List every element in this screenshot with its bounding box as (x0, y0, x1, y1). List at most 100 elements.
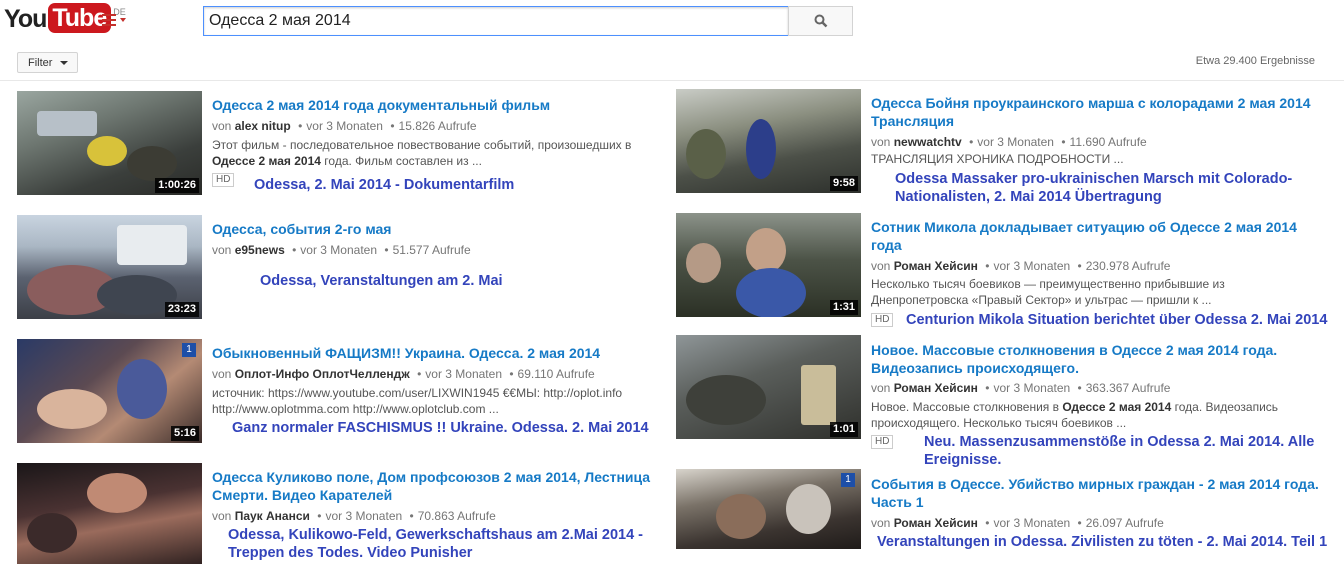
translation-caption: Odessa, Veranstaltungen am 2. Mai (260, 273, 503, 289)
video-duration: 1:31 (829, 300, 858, 315)
video-description: ТРАНСЛЯЦИЯ ХРОНИКА ПОДРОБНОСТИ ... (871, 152, 1124, 166)
video-meta: von Оплот-Инфо ОплотЧеллендж • vor 3 Mona… (212, 367, 595, 381)
by-label: von (871, 516, 891, 530)
video-title[interactable]: Одесса Куликово поле, Дом профсоюзов 2 м… (212, 468, 672, 504)
video-thumbnail[interactable]: 1 5:16 (17, 339, 202, 443)
video-title[interactable]: Одесса Бойня проукраинского марша с коло… (871, 94, 1341, 130)
channel-name[interactable]: alex nitup (235, 119, 291, 133)
upload-age: vor 3 Monaten (425, 367, 502, 381)
description-highlight: Одессе 2 мая 2014 (212, 154, 321, 168)
title-line: Смерти. Видео Карателей (212, 487, 393, 503)
description-line: Этот фильм - последовательное повествова… (212, 138, 632, 152)
title-line: Видеозапись происходящего. (871, 360, 1079, 376)
caption-line: Ereignisse. (924, 452, 1002, 468)
video-description: источник: https://www.youtube.com/user/L… (212, 385, 622, 417)
caption-line: Neu. Massenzusammenstöße in Odessa 2. Ma… (924, 434, 1315, 450)
view-count: 69.110 Aufrufe (517, 367, 595, 381)
title-line: Часть 1 (871, 494, 924, 510)
video-title[interactable]: Новое. Массовые столкновения в Одессе 2 … (871, 341, 1341, 377)
by-label: von (212, 367, 232, 381)
video-title[interactable]: Обыкновенный ФАЩИЗМ!! Украина. Одесса. 2… (212, 344, 600, 362)
search-button[interactable] (788, 6, 853, 36)
description-line: Днепропетровска «Правый Сектор» и ультра… (871, 293, 1212, 307)
video-thumbnail[interactable]: 23:23 (17, 215, 202, 319)
video-meta: von Паук Ананси • vor 3 Monaten • 70.863 A… (212, 509, 496, 523)
channel-name[interactable]: Роман Хейсин (894, 259, 978, 273)
video-title[interactable]: Одесса 2 мая 2014 года документальный фи… (212, 96, 550, 114)
by-label: von (212, 243, 232, 257)
description-line: Несколько тысяч боевиков — преимуществен… (871, 277, 1225, 291)
video-description: Этот фильм - последовательное повествова… (212, 137, 631, 169)
view-count: 51.577 Aufrufe (392, 243, 471, 257)
translation-caption: Centurion Mikola Situation berichtet übe… (906, 312, 1328, 328)
view-count: 230.978 Aufrufe (1085, 259, 1171, 273)
channel-name[interactable]: Роман Хейсин (894, 516, 978, 530)
description-line: Новое. Массовые столкновения в (871, 400, 1063, 414)
description-line: источник: https://www.youtube.com/user/L… (212, 386, 623, 400)
hd-badge: HD (871, 435, 894, 449)
channel-name[interactable]: Паук Ананси (235, 509, 310, 523)
caption-line: Odessa, Kulikowo-Feld, Gewerkschaftshaus… (228, 527, 644, 543)
video-thumbnail[interactable]: 1:01 (676, 335, 861, 439)
video-title[interactable]: Сотник Микола докладывает ситуацию об Од… (871, 218, 1341, 254)
video-description: Новое. Массовые столкновения в Одессе 2 … (871, 399, 1278, 431)
by-label: von (871, 259, 891, 273)
view-count: 11.690 Aufrufe (1069, 135, 1147, 149)
filter-button[interactable]: Filter (17, 52, 78, 73)
upload-age: vor 3 Monaten (300, 243, 378, 257)
results-toolbar: Filter Etwa 29.400 Ergebnisse (0, 44, 1344, 81)
caption-line: Odessa Massaker pro-ukrainischen Marsch … (895, 171, 1293, 187)
description-line: происходящего. Несколько тысяч боевиков … (871, 416, 1127, 430)
video-thumbnail[interactable]: 1 (676, 469, 861, 549)
caption-line: Nationalisten, 2. Mai 2014 Übertragung (895, 189, 1162, 205)
upload-age: vor 3 Monaten (977, 135, 1054, 149)
title-line: года (871, 237, 902, 253)
by-label: von (871, 135, 891, 149)
guide-menu-button[interactable] (102, 12, 128, 28)
view-count: 70.863 Aufrufe (417, 509, 496, 523)
channel-name[interactable]: Оплот-Инфо ОплотЧеллендж (235, 367, 410, 381)
logo-you-text: You (4, 5, 47, 33)
video-duration: 1:01 (829, 422, 858, 437)
hd-badge: HD (871, 313, 894, 327)
channel-name[interactable]: newwatchtv (894, 135, 962, 149)
translation-caption: Odessa, Kulikowo-Feld, Gewerkschaftshaus… (228, 526, 643, 562)
masthead: You Tube DE (0, 0, 1344, 44)
title-line: Сотник Микола докладывает ситуацию об Од… (871, 219, 1297, 235)
hd-badge: HD (212, 173, 235, 187)
upload-age: vor 3 Monaten (325, 509, 403, 523)
caption-line: Treppen des Todes. Video Punisher (228, 545, 473, 561)
description-line: http://www.oplotmma.com http://www.oplot… (212, 402, 499, 416)
by-label: von (212, 509, 232, 523)
search-box (203, 6, 789, 36)
video-thumbnail[interactable] (17, 463, 202, 564)
title-line: События в Одессе. Убийство мирных гражда… (871, 476, 1319, 492)
video-title[interactable]: Одесса, события 2-го мая (212, 220, 391, 238)
channel-name[interactable]: e95news (235, 243, 285, 257)
video-duration: 1:00:26 (155, 178, 199, 193)
translation-caption: Neu. Massenzusammenstöße in Odessa 2. Ma… (924, 433, 1344, 469)
video-meta: von Роман Хейсин • vor 3 Monaten • 230.978… (871, 259, 1171, 273)
translation-caption: Odessa Massaker pro-ukrainischen Marsch … (895, 170, 1292, 206)
search-input[interactable] (204, 7, 788, 35)
channel-name[interactable]: Роман Хейсин (894, 381, 978, 395)
title-line: Одесса Куликово поле, Дом профсоюзов 2 м… (212, 469, 651, 485)
video-meta: von alex nitup • vor 3 Monaten • 15.826 Au… (212, 119, 477, 133)
view-count: 363.367 Aufrufe (1085, 381, 1171, 395)
video-meta: von Роман Хейсин • vor 3 Monaten • 26.097 … (871, 516, 1164, 530)
video-title[interactable]: События в Одессе. Убийство мирных гражда… (871, 475, 1341, 511)
video-thumbnail[interactable]: 1:00:26 (17, 91, 202, 195)
video-thumbnail[interactable]: 1:31 (676, 213, 861, 317)
video-duration: 9:58 (829, 176, 858, 191)
view-count: 15.826 Aufrufe (398, 119, 477, 133)
translation-caption: Ganz normaler FASCHISMUS !! Ukraine. Ode… (232, 420, 649, 436)
result-count: Etwa 29.400 Ergebnisse (1195, 55, 1315, 67)
title-line: Одесса Бойня проукраинского марша с коло… (871, 95, 1311, 111)
translation-caption: Veranstaltungen in Odessa. Zivilisten zu… (877, 534, 1328, 550)
video-description: Несколько тысяч боевиков — преимуществен… (871, 276, 1225, 308)
video-meta: von Роман Хейсин • vor 3 Monaten • 363.367… (871, 381, 1171, 395)
upload-age: vor 3 Monaten (993, 259, 1071, 273)
description-highlight: Одессе 2 мая 2014 (1062, 400, 1172, 414)
description-line: года. Фильм составлен из ... (320, 154, 482, 168)
video-thumbnail[interactable]: 9:58 (676, 89, 861, 193)
